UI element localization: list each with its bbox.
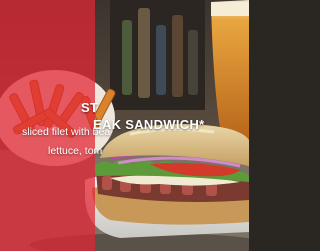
dish-caption: ST EAK SANDWICH* sliced filet with bea l… xyxy=(0,0,249,251)
dish-title-part1: ST xyxy=(81,100,99,115)
dish-description-line1: sliced filet with bea xyxy=(22,126,111,138)
dish-description-line2: lettuce, tom xyxy=(48,145,103,157)
promo-slide: ST EAK SANDWICH* sliced filet with bea l… xyxy=(0,0,249,251)
